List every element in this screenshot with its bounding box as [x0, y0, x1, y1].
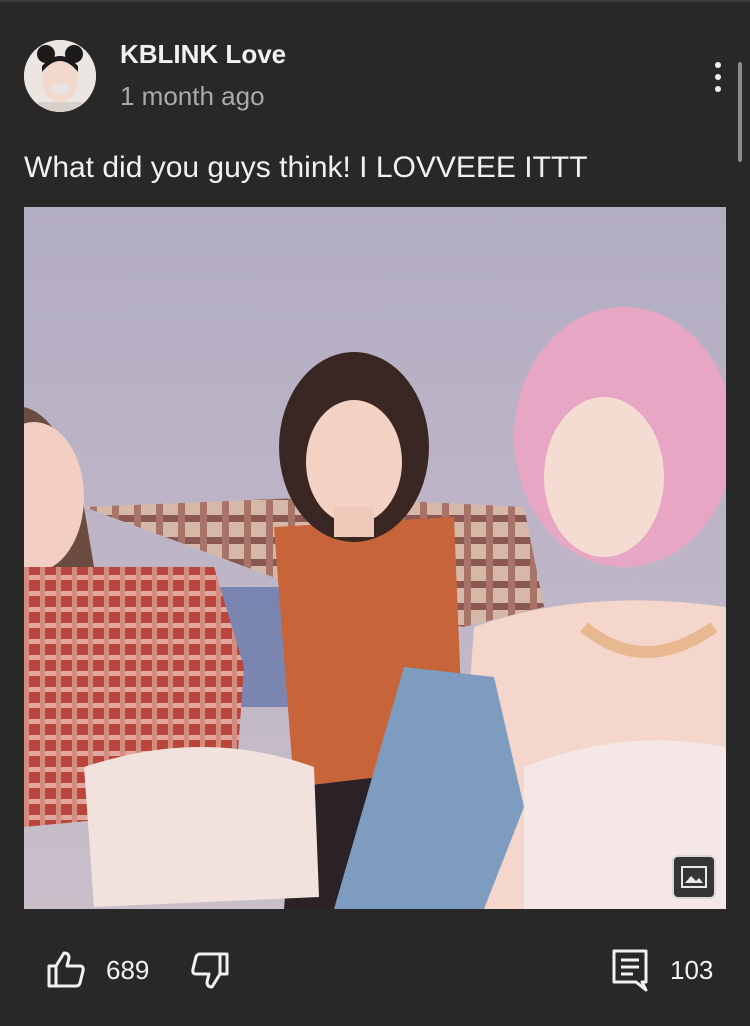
like-count: 689	[106, 955, 150, 985]
action-bar: 689 103	[0, 930, 750, 1010]
thumbs-up-icon[interactable]	[44, 948, 88, 992]
thumbs-down-icon[interactable]	[188, 948, 232, 992]
avatar-image	[24, 40, 96, 112]
top-divider	[0, 0, 750, 2]
scrollbar[interactable]	[738, 62, 742, 162]
post-image[interactable]	[24, 207, 726, 909]
author-name[interactable]: KBLINK Love	[120, 38, 286, 70]
avatar[interactable]	[24, 40, 96, 112]
comment-icon[interactable]	[608, 946, 652, 994]
post-text: What did you guys think! I LOVVEEE ITTT	[24, 151, 588, 184]
post-timestamp: 1 month ago	[120, 81, 265, 111]
more-vert-icon[interactable]	[700, 55, 736, 99]
comment-count: 103	[670, 955, 714, 985]
image-icon[interactable]	[672, 855, 716, 899]
